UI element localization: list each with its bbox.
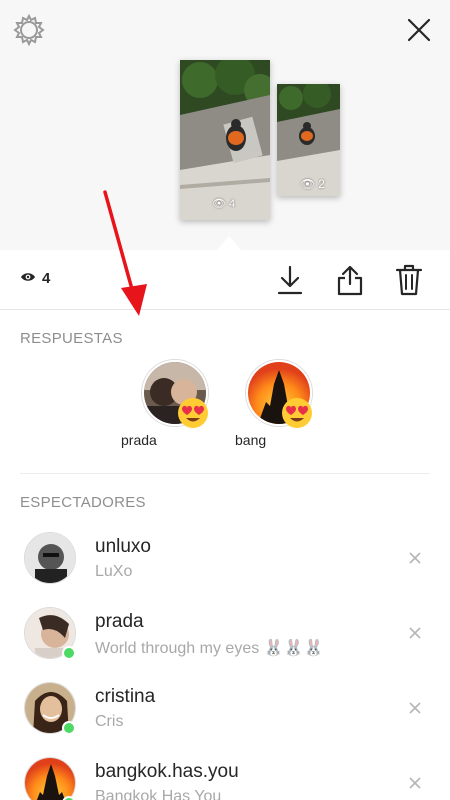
download-button[interactable] [272,262,308,298]
reply-username: prada [121,432,157,448]
avatar [142,360,208,428]
eye-icon: 👁 [212,198,226,210]
reply-item[interactable]: bang [235,360,319,448]
viewer-full-name: World through my eyes 🐰🐰🐰 [95,640,324,657]
dismiss-icon[interactable] [405,623,425,643]
heart-eyes-emoji-icon [176,396,210,430]
viewer-row[interactable]: unluxo LuXo [0,532,450,607]
viewer-full-name: LuXo [95,563,133,580]
viewers-section-title: ESPECTADORES [20,494,146,511]
view-count: 4 [20,270,50,287]
avatar [246,360,312,428]
replies-section-title: RESPUESTAS [20,330,123,347]
avatar [24,532,76,584]
viewer-username: bangkok.has.you [95,761,239,782]
story-thumbnail-1[interactable]: 👁 4 [180,60,270,220]
online-indicator [62,796,76,800]
viewer-full-name: Cris [95,713,124,730]
share-button[interactable] [332,262,368,298]
online-indicator [62,721,76,735]
selection-caret [217,236,241,250]
viewer-row[interactable]: prada World through my eyes 🐰🐰🐰 [0,607,450,682]
reply-item[interactable]: prada [121,360,215,448]
viewer-full-name: Bangkok Has You [95,788,222,800]
viewer-row[interactable]: cristina Cris [0,682,450,757]
heart-eyes-emoji-icon [280,396,314,430]
section-divider [20,473,430,474]
replies-list: prada bang [0,360,450,450]
gear-icon[interactable] [12,13,46,47]
close-icon[interactable] [402,13,436,47]
dismiss-icon[interactable] [405,773,425,793]
viewer-row[interactable]: bangkok.has.you Bangkok Has You [0,757,450,800]
trash-icon [395,264,423,296]
viewer-username: cristina [95,686,156,707]
reply-username: bang [235,432,267,448]
avatar [24,757,76,800]
dismiss-icon[interactable] [405,548,425,568]
thumb-view-count: 👁 4 [212,197,236,211]
download-icon [277,265,303,295]
viewer-username: unluxo [95,536,151,557]
online-indicator [62,646,76,660]
avatar [24,607,76,660]
eye-icon: 👁 [300,177,316,191]
dismiss-icon[interactable] [405,698,425,718]
delete-button[interactable] [391,262,427,298]
thumb-view-count: 👁 2 [300,177,325,191]
share-icon [337,265,363,296]
story-toolbar: 4 [0,250,450,310]
story-preview-area: 👁 4 👁 2 [0,0,450,250]
viewer-username: prada [95,611,144,632]
story-thumbnail-2[interactable]: 👁 2 [277,84,340,196]
annotation-arrow-icon [103,190,147,316]
story-viewers-screen: 👁 4 👁 2 4 RESPUESTAS prada bang ESPECTAD… [0,0,450,800]
avatar [24,682,76,735]
eye-icon [20,270,36,287]
